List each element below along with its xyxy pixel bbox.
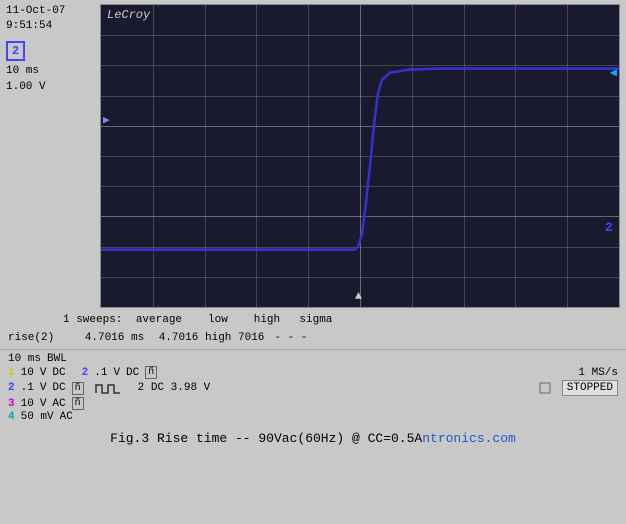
channel-box: 2	[6, 41, 25, 61]
ch4-volts: 50 mV	[21, 411, 54, 423]
date-label: 11-Oct-07	[6, 4, 94, 19]
ch2-coupling: DC	[126, 367, 139, 379]
ch2-volts: .1	[94, 367, 107, 379]
ch2-unit: V	[113, 367, 120, 379]
ch4-num: 4	[8, 411, 15, 423]
top-section: 11-Oct-07 9:51:54 2 10 ms 1.00 V LeCroy	[0, 0, 626, 310]
ch1-coupling: DC	[52, 367, 65, 379]
time-div-bottom: 10 ms	[8, 353, 41, 365]
ch3-coupling-icon: ñ	[72, 397, 84, 410]
ch1-unit: V	[40, 367, 47, 379]
bottom-row-2: 1 10 V DC 2 .1 V DC ñ 1 MS/s	[8, 366, 618, 379]
trigger-arrow: ▲	[355, 289, 362, 303]
high-val: high 7016	[205, 330, 264, 348]
ch2-num-2: 2	[8, 382, 15, 394]
oscilloscope-screen: LeCroy	[100, 4, 620, 308]
stopped-square	[539, 382, 554, 395]
stats-bar: 1 sweeps: average low high sigma rise(2)…	[0, 310, 626, 349]
main-container: 11-Oct-07 9:51:54 2 10 ms 1.00 V LeCroy	[0, 0, 626, 524]
ch3-num: 3	[8, 398, 15, 410]
waveform-svg	[101, 5, 619, 307]
pulse-icon	[94, 381, 122, 395]
volt-div-label: 1.00 V	[6, 79, 94, 96]
sigma-header: sigma	[293, 312, 338, 330]
bottom-row-4: 3 10 V AC ñ	[8, 397, 618, 410]
ch2-coupling-2: DC	[52, 382, 65, 394]
fig-caption: Fig.3 Rise time -- 90Vac(60Hz) @ CC=0.5A…	[0, 427, 626, 448]
average-header: average	[126, 312, 191, 330]
fig-text: Fig.3 Rise time -- 90Vac(60Hz) @ CC=0.5A	[110, 431, 422, 446]
bottom-row-5: 4 50 mV AC	[8, 411, 618, 423]
bottom-row-3: 2 .1 V DC ñ 2 DC 3.98 V STOPPED	[8, 380, 618, 396]
param-label: rise(2)	[8, 330, 73, 348]
ch1-volts: 10	[21, 367, 34, 379]
high-header: high	[244, 312, 289, 330]
sample-rate: 1 MS/s	[578, 367, 618, 379]
time-label: 9:51:54	[6, 19, 94, 34]
ch3-volts: 10	[21, 398, 34, 410]
trigger-marker: ◀	[610, 65, 617, 80]
sweeps-label: 1 sweeps:	[63, 312, 122, 330]
ch2-marker: 2	[605, 220, 617, 232]
ch2-coupling-icon-2: ñ	[72, 382, 84, 395]
right-status-2: STOPPED	[539, 380, 618, 396]
datetime-display: 11-Oct-07 9:51:54	[6, 4, 94, 35]
scale-info: 10 ms 1.00 V	[6, 63, 94, 96]
average-val: 4.7016 ms	[77, 330, 152, 348]
ch1-num: 1	[8, 367, 15, 379]
ch3-unit: V	[40, 398, 47, 410]
sigma-val: - - -	[268, 330, 313, 348]
right-status: 1 MS/s	[578, 367, 618, 379]
time-div-label: 10 ms	[6, 63, 94, 80]
ch2-num: 2	[82, 367, 89, 379]
ch2-dc-val: 2 DC 3.98 V	[138, 382, 211, 394]
ch1-marker: ▶	[103, 113, 113, 123]
brand-text: ntronics.com	[422, 431, 516, 446]
bwl-label: BWL	[47, 353, 67, 365]
ch4-coupling: AC	[60, 411, 73, 423]
ch2-unit-2: V	[40, 382, 47, 394]
low-val: 4.7016	[156, 330, 201, 348]
ch2-coupling-icon: ñ	[145, 366, 157, 379]
low-header: low	[195, 312, 240, 330]
bottom-panel: 10 ms BWL 1 10 V DC 2 .1 V DC ñ 1 MS/s 2…	[0, 349, 626, 427]
ch3-coupling: AC	[52, 398, 65, 410]
bottom-row-1: 10 ms BWL	[8, 353, 618, 365]
ch2-volts-2: .1	[21, 382, 34, 394]
left-panel: 11-Oct-07 9:51:54 2 10 ms 1.00 V	[0, 0, 100, 310]
stopped-badge: STOPPED	[562, 380, 618, 396]
